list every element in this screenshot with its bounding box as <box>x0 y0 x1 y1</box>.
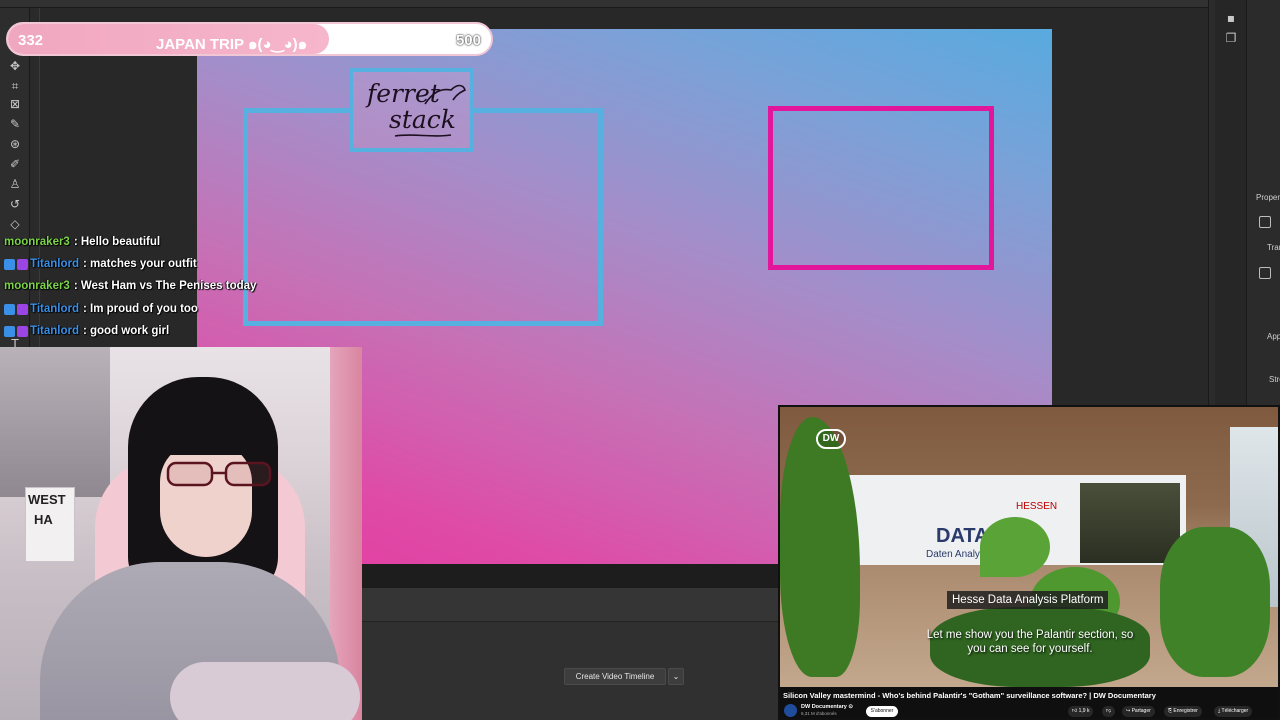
pink-frame-shape[interactable] <box>768 106 994 270</box>
dw-logo: DW <box>816 429 846 449</box>
gift-badge-icon <box>17 325 28 337</box>
ferret-icon <box>424 84 466 105</box>
goal-title: JAPAN TRIP ๑(◕‿◕)๑ <box>156 36 308 53</box>
gift-badge-icon <box>17 303 28 315</box>
chat-username: Titanlord <box>30 325 79 337</box>
history-brush-icon[interactable]: ↺ <box>7 196 23 212</box>
ferret-stack-logo[interactable]: ferret stack <box>349 68 474 152</box>
chat-username: moonraker3 <box>4 280 70 292</box>
brush-tool-icon[interactable]: ✐ <box>7 156 23 172</box>
stroke-label: Stro <box>1269 375 1280 384</box>
chat-username: moonraker3 <box>4 236 70 248</box>
location-caption: Hesse Data Analysis Platform <box>947 591 1109 609</box>
like-count: 1,9 k <box>1078 708 1090 714</box>
goal-target: 500 <box>455 32 481 49</box>
properties-tab[interactable]: Proper <box>1256 193 1280 202</box>
shelf <box>0 347 110 497</box>
poster: WEST HA <box>25 487 75 562</box>
video-info-bar: Silicon Valley mastermind - Who's behind… <box>780 687 1278 718</box>
poster-text: HA <box>34 512 53 527</box>
eraser-tool-icon[interactable]: ◇ <box>7 216 23 232</box>
appearance-section[interactable]: App <box>1267 332 1280 341</box>
video-subtitle: Let me show you the Palantir section, so… <box>926 629 1134 655</box>
transform-icon[interactable] <box>1259 216 1271 228</box>
chat-message: Titanlord : Im proud of you too <box>4 299 198 319</box>
status-bar <box>362 564 778 588</box>
banner-brand: HESSEN <box>1016 501 1058 512</box>
goal-bar: 332 JAPAN TRIP ๑(◕‿◕)๑ 500 <box>6 22 493 56</box>
save-label: Enregistrer <box>1173 708 1198 714</box>
plush-toy <box>170 662 360 720</box>
thumbs-up-icon: 👍︎ <box>1072 708 1079 714</box>
frame-tool-icon[interactable]: ⊠ <box>7 96 23 112</box>
panel-icon-strip: ▪ ❐ <box>1215 0 1247 405</box>
like-button[interactable]: 👍︎ 1,9 k <box>1068 706 1094 717</box>
channel-avatar[interactable] <box>784 704 797 717</box>
glasses-icon <box>166 461 272 487</box>
photoshop-options-bar <box>0 0 1280 8</box>
timeline-dropdown-icon[interactable]: ⌄ <box>668 668 684 685</box>
channel-subscribers: 6,31 M d'abonnés <box>801 711 837 716</box>
move-tool-icon[interactable]: ✥ <box>7 58 23 74</box>
stream-scene: ✥ ⌗ ⊠ ✎ ⊛ ✐ ♙ ↺ ◇ T Proper Tran App Stro… <box>0 0 1280 720</box>
sub-badge-icon <box>4 258 15 270</box>
chat-text: : West Ham vs The Penises today <box>73 280 257 292</box>
sub-badge-icon <box>4 303 15 315</box>
timeline-header <box>362 588 778 622</box>
subscribe-button[interactable]: S'abonner <box>866 706 898 717</box>
chat-text: : Hello beautiful <box>73 236 161 248</box>
share-label: Partager <box>1131 708 1151 714</box>
logo-underline <box>394 134 452 137</box>
plant-right <box>1160 527 1270 677</box>
healing-tool-icon[interactable]: ⊛ <box>7 136 23 152</box>
logo-line-2: stack <box>389 105 456 134</box>
chat-message: Titanlord : good work girl <box>4 321 169 341</box>
plant-leaf <box>980 517 1050 577</box>
chat-message: moonraker3 : West Ham vs The Penises tod… <box>4 276 256 296</box>
download-label: Télécharger <box>1221 708 1249 714</box>
chat-text: : matches your outfit <box>82 258 197 270</box>
transform-section[interactable]: Tran <box>1267 243 1280 252</box>
poster-text: WEST <box>28 492 66 507</box>
stamp-tool-icon[interactable]: ♙ <box>7 176 23 192</box>
create-video-timeline-button[interactable]: Create Video Timeline <box>564 668 666 685</box>
goal-current: 332 <box>18 32 44 49</box>
link-icon[interactable] <box>1259 267 1271 279</box>
crop-tool-icon[interactable]: ⌗ <box>7 78 23 94</box>
banner-photo <box>1080 483 1180 563</box>
sub-badge-icon <box>4 325 15 337</box>
channel-name[interactable]: DW Documentary ⊙ <box>801 704 853 710</box>
dislike-button[interactable]: 👎︎ <box>1102 706 1116 717</box>
chat-username: Titanlord <box>30 303 79 315</box>
download-button[interactable]: ⤓ Télécharger <box>1214 706 1253 717</box>
video-title[interactable]: Silicon Valley mastermind - Who's behind… <box>783 691 1156 700</box>
eyedropper-tool-icon[interactable]: ✎ <box>7 116 23 132</box>
layers-icon[interactable]: ❐ <box>1223 30 1239 46</box>
chat-text: : good work girl <box>82 325 170 337</box>
chat-username: Titanlord <box>30 258 79 270</box>
thumbs-down-icon: 👎︎ <box>1106 708 1112 714</box>
chat-message: Titanlord : matches your outfit <box>4 254 197 274</box>
documentary-video-player[interactable]: HESSEN DATA Daten Analyseplattform DW He… <box>778 405 1280 720</box>
gift-badge-icon <box>17 258 28 270</box>
webcam-feed: WEST HA <box>0 347 362 720</box>
chat-message: moonraker3 : Hello beautiful <box>4 232 160 252</box>
chat-text: : Im proud of you too <box>82 303 198 315</box>
save-button[interactable]: ⎘ Enregistrer <box>1164 706 1202 717</box>
share-button[interactable]: ↪ Partager <box>1122 706 1155 717</box>
chat-bubble-icon[interactable]: ▪ <box>1223 10 1239 26</box>
